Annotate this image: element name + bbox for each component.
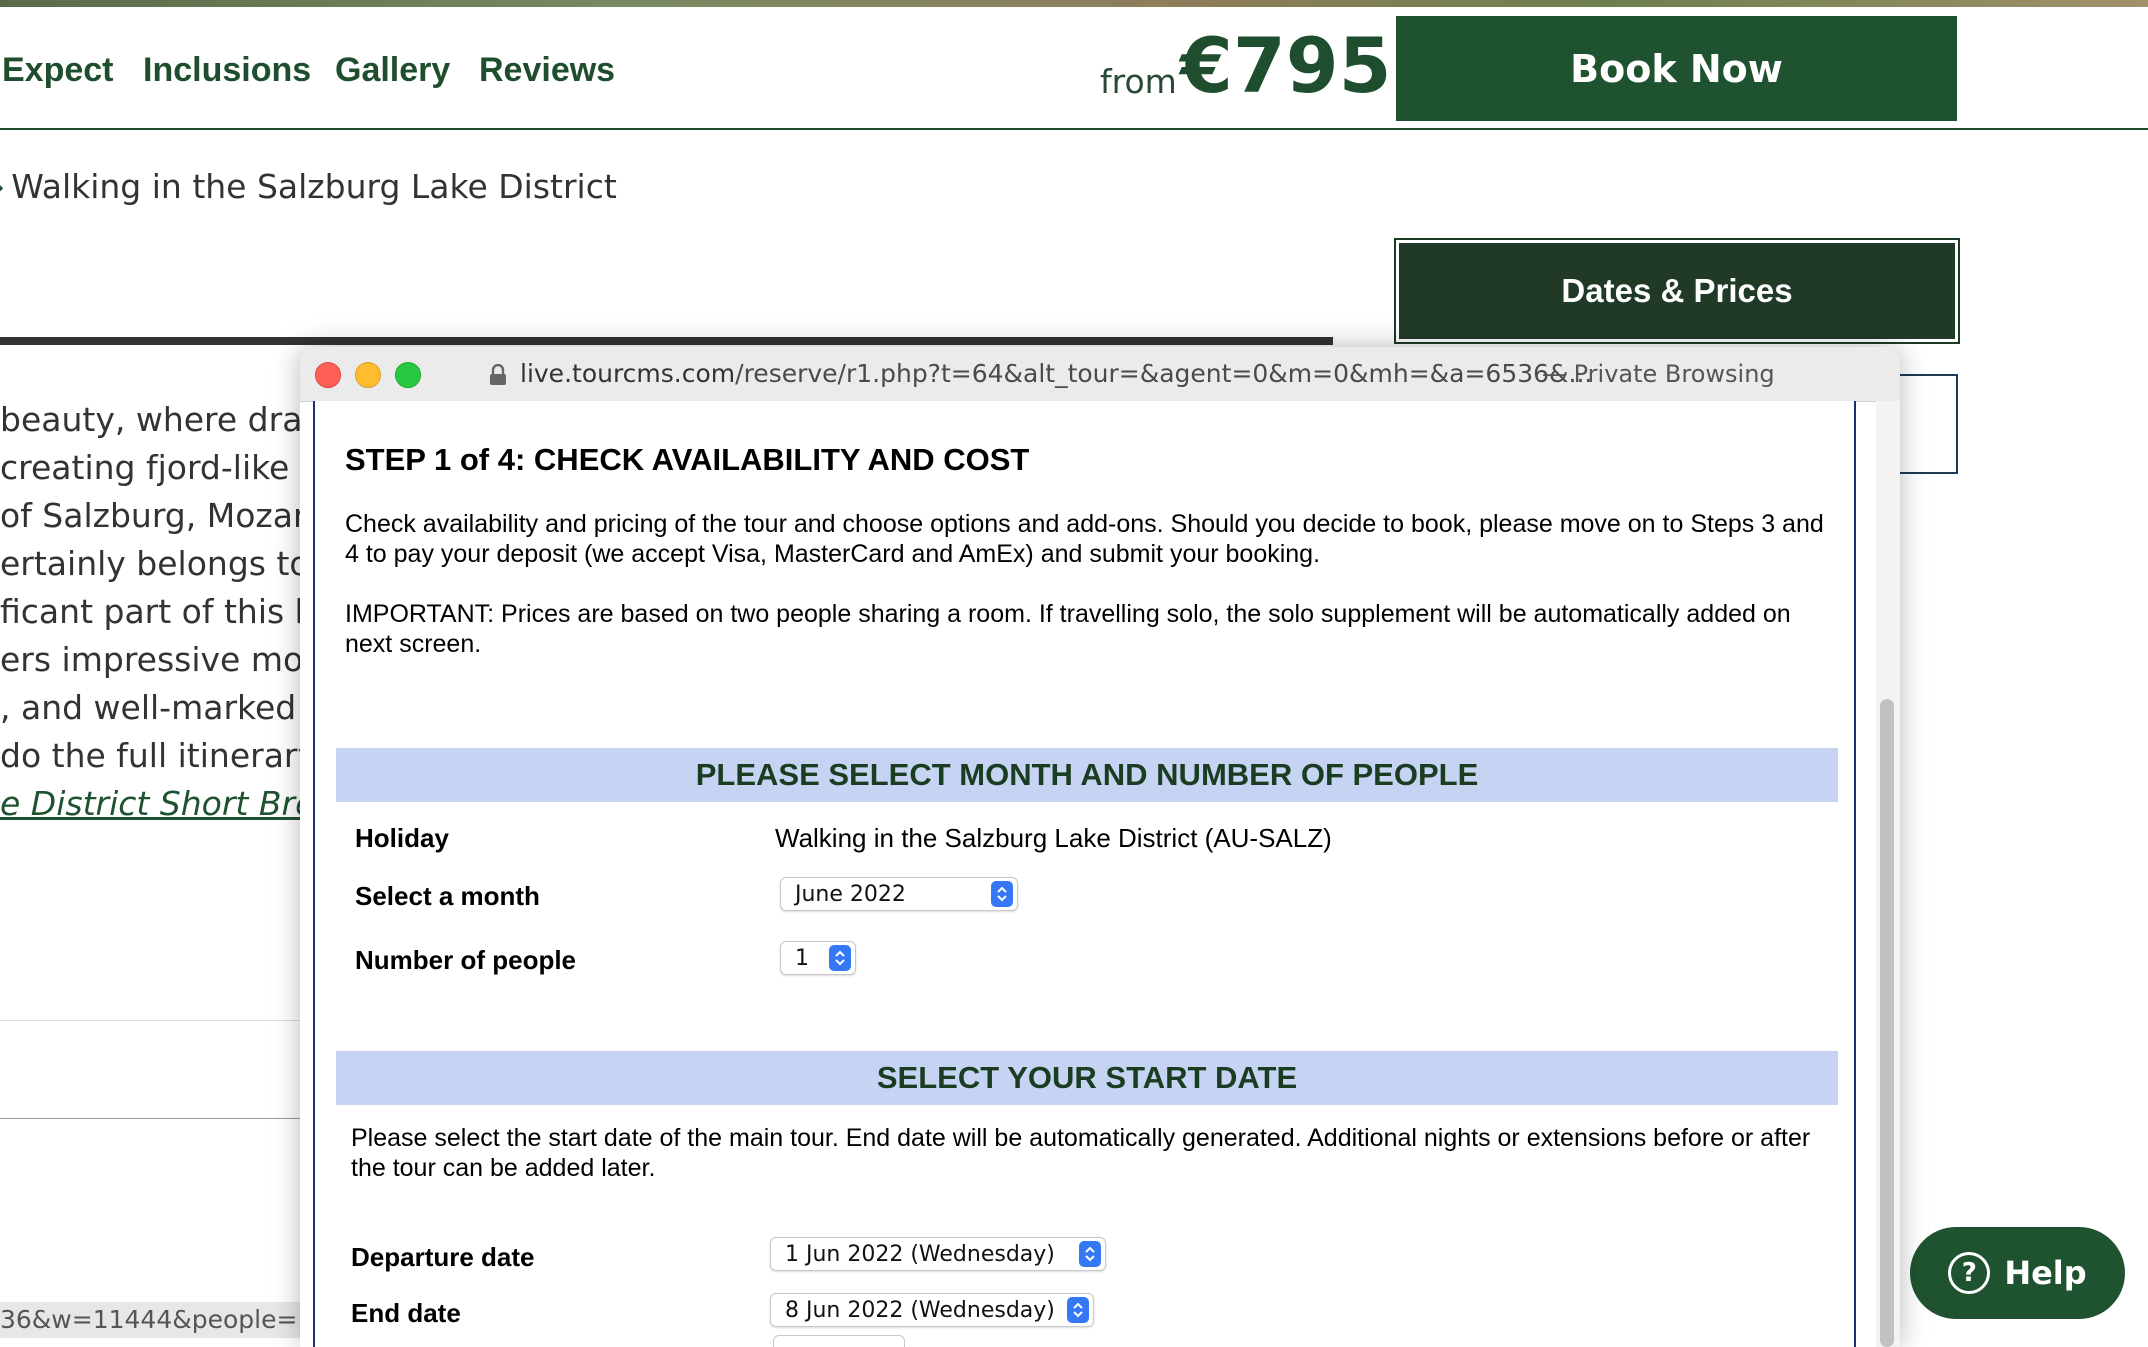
important-note: IMPORTANT: Prices are based on two peopl… — [345, 600, 1791, 658]
departure-select-value: 1 Jun 2022 (Wednesday) — [785, 1241, 1055, 1267]
select-chevrons-icon — [1079, 1241, 1101, 1267]
body-text-line: ficant part of this be — [0, 592, 300, 631]
section-month-people-heading: PLEASE SELECT MONTH AND NUMBER OF PEOPLE — [336, 748, 1838, 802]
tab-underline — [0, 337, 1333, 345]
section-start-date-heading: SELECT YOUR START DATE — [336, 1051, 1838, 1105]
window-minimize-button[interactable] — [355, 362, 381, 388]
departure-label: Departure date — [351, 1242, 535, 1272]
private-browsing-label: — Private Browsing — [1542, 360, 1775, 388]
month-select-value: June 2022 — [795, 881, 906, 907]
body-text-line: beauty, where dram — [0, 400, 300, 439]
breadcrumb-current: Walking in the Salzburg Lake District — [11, 167, 617, 206]
help-question-icon: ? — [1948, 1252, 1991, 1294]
content-divider — [0, 1020, 300, 1021]
lock-icon — [489, 363, 507, 390]
window-zoom-button[interactable] — [395, 362, 421, 388]
select-chevrons-icon — [1067, 1297, 1089, 1323]
booking-popup-window: live.tourcms.com/reserve/r1.php?t=64&alt… — [300, 347, 1900, 1347]
url-domain: live.tourcms.com — [520, 359, 736, 388]
price-from-label: from — [1100, 62, 1177, 101]
breadcrumb: ›Walking in the Salzburg Lake District — [0, 167, 617, 206]
holiday-label: Holiday — [355, 823, 449, 853]
status-bar-url: 36&w=11444&people=1&ty — [0, 1302, 300, 1338]
help-button[interactable]: ? Help — [1910, 1227, 2125, 1319]
people-select[interactable]: 1 — [780, 941, 856, 975]
window-close-button[interactable] — [315, 362, 341, 388]
breadcrumb-separator: › — [0, 167, 5, 206]
body-text-line: ertainly belongs to c — [0, 544, 300, 583]
select-chevrons-icon — [991, 881, 1013, 907]
nav-expect[interactable]: Expect — [2, 50, 114, 90]
body-text-line: of Salzburg, Mozart — [0, 496, 300, 535]
end-date-select-value: 8 Jun 2022 (Wednesday) — [785, 1297, 1055, 1323]
month-select[interactable]: June 2022 — [780, 877, 1018, 911]
people-select-value: 1 — [795, 945, 809, 971]
body-text-line: creating fjord-like la — [0, 448, 300, 487]
body-text-line: ers impressive moun — [0, 640, 300, 679]
short-break-link[interactable]: e District Short Brea — [0, 784, 300, 823]
itinerary-link-line[interactable]: e District Short Brea — [0, 784, 300, 824]
step-title: STEP 1 of 4: CHECK AVAILABILITY AND COST — [345, 442, 1030, 477]
hero-image-strip — [0, 0, 2148, 7]
content-divider — [0, 1118, 300, 1119]
holiday-value: Walking in the Salzburg Lake District (A… — [775, 823, 1332, 853]
intro-text: Check availability and pricing of the to… — [345, 510, 1824, 568]
next-field-partial[interactable] — [773, 1335, 905, 1347]
header-divider — [0, 128, 2148, 130]
popup-url: live.tourcms.com/reserve/r1.php?t=64&alt… — [520, 357, 1592, 391]
nav-gallery[interactable]: Gallery — [335, 50, 450, 90]
price-value: €795 — [1180, 21, 1392, 110]
body-text-line: do the full itinerary — [0, 736, 300, 775]
book-now-button[interactable]: Book Now — [1396, 16, 1957, 121]
dates-prices-label: Dates & Prices — [1399, 243, 1955, 339]
scrollbar-thumb[interactable] — [1880, 699, 1894, 1347]
dates-prices-button[interactable]: Dates & Prices — [1394, 238, 1960, 344]
popup-titlebar[interactable]: live.tourcms.com/reserve/r1.php?t=64&alt… — [300, 347, 1900, 402]
select-chevrons-icon — [829, 945, 851, 971]
month-label: Select a month — [355, 881, 540, 911]
nav-reviews[interactable]: Reviews — [479, 50, 615, 90]
help-label: Help — [2004, 1254, 2087, 1292]
end-date-select[interactable]: 8 Jun 2022 (Wednesday) — [770, 1293, 1094, 1327]
start-date-description: Please select the start date of the main… — [351, 1124, 1811, 1182]
people-label: Number of people — [355, 945, 577, 975]
nav-inclusions[interactable]: Inclusions — [143, 50, 311, 90]
departure-select[interactable]: 1 Jun 2022 (Wednesday) — [770, 1237, 1106, 1271]
url-path: /reserve/r1.php?t=64&alt_tour=&agent=0&m… — [735, 359, 1593, 388]
end-label: End date — [351, 1298, 461, 1328]
body-text-line: , and well-marked al — [0, 688, 300, 727]
